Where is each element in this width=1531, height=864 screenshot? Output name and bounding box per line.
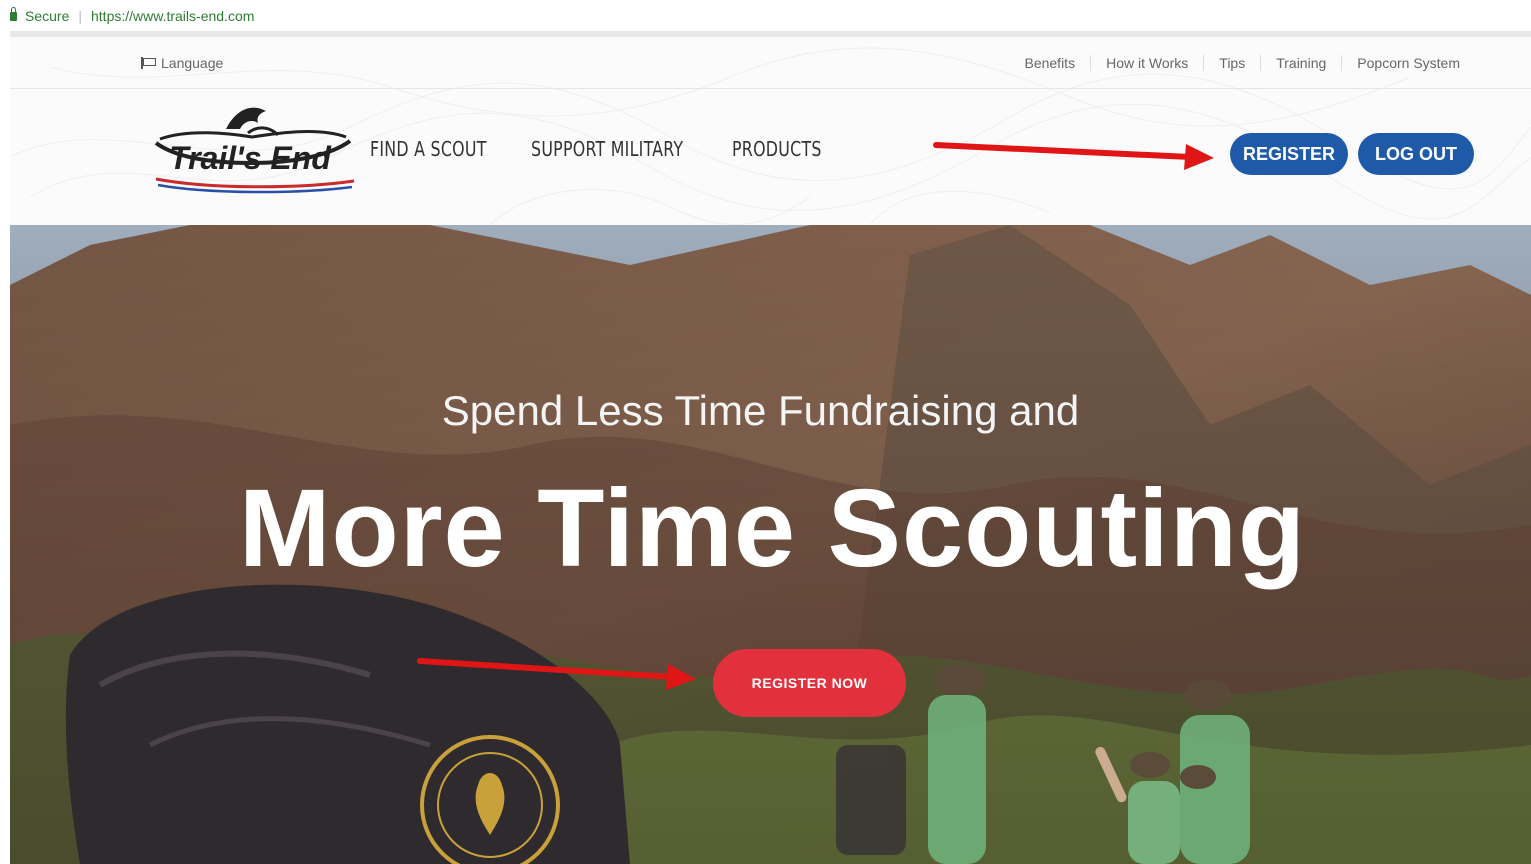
arrow-to-register-now — [417, 658, 696, 690]
annotation-arrows — [417, 142, 1214, 690]
arrow-to-register — [933, 142, 1214, 170]
